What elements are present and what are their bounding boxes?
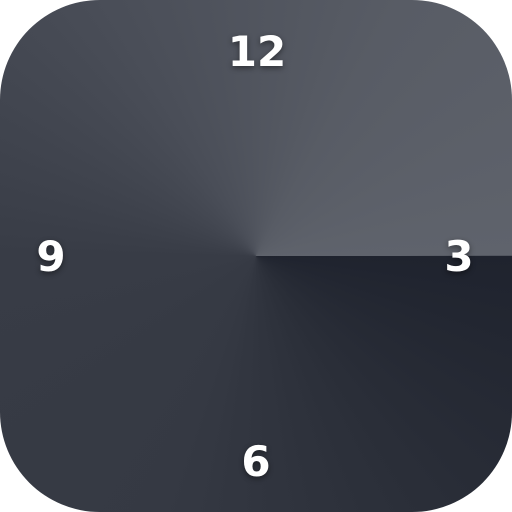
hour-label-9: 9 bbox=[36, 232, 66, 281]
hour-label-12: 12 bbox=[227, 27, 287, 76]
hour-label-6: 6 bbox=[241, 437, 271, 486]
clock-icon-face: 12 3 6 9 bbox=[0, 0, 512, 512]
hour-label-3: 3 bbox=[444, 232, 474, 281]
